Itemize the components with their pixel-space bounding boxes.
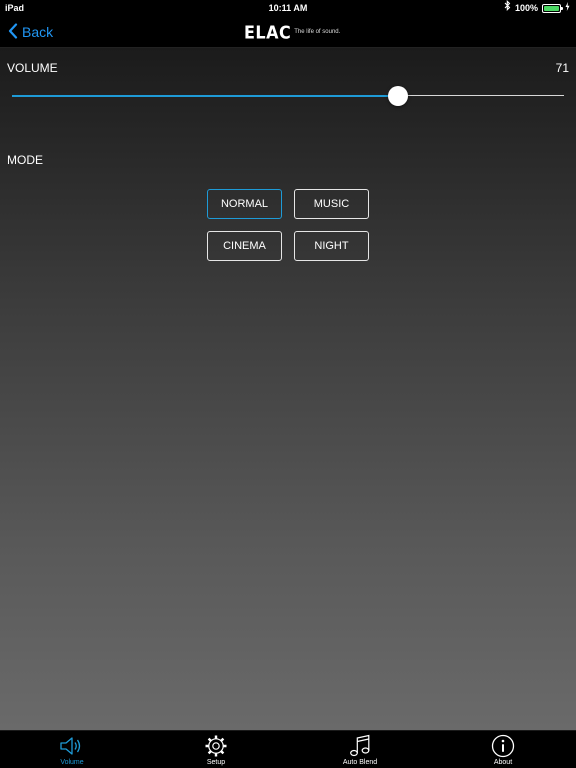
music-note-icon [347,733,373,758]
volume-slider[interactable] [12,86,564,106]
battery-percent: 100% [514,3,538,13]
gear-icon [203,733,229,758]
logo-tagline: The life of sound. [294,29,341,35]
tab-about[interactable]: About [453,731,553,768]
slider-track-fill [12,95,398,97]
charging-icon [565,0,570,16]
volume-label: VOLUME [7,61,58,75]
logo-brand: ELAC [244,21,292,43]
status-right: 100% [504,0,570,16]
mode-button-normal[interactable]: NORMAL [207,189,282,219]
tab-label: Auto Blend [342,759,378,766]
status-time: 10:11 AM [268,3,308,13]
slider-thumb[interactable] [388,86,408,106]
main-content: VOLUME 71 MODE NORMAL MUSIC CINEMA NIGHT [0,48,576,730]
mode-button-grid: NORMAL MUSIC CINEMA NIGHT [207,189,369,261]
mode-button-music[interactable]: MUSIC [294,189,369,219]
tab-bar: Volume Setup Auto Blend About [0,730,576,768]
back-label: Back [22,24,54,40]
navigation-bar: Back ELAC The life of sound. [0,16,576,48]
tab-label: About [493,759,513,766]
tab-volume[interactable]: Volume [22,731,122,768]
elac-logo: ELAC The life of sound. [244,21,341,43]
tab-setup[interactable]: Setup [166,731,266,768]
battery-icon [542,3,563,13]
status-bar: iPad 10:11 AM 100% [0,0,576,16]
tab-label: Volume [60,759,84,766]
mode-button-night[interactable]: NIGHT [294,231,369,261]
tab-label: Setup [206,759,226,766]
chevron-left-icon [8,22,18,42]
speaker-icon [59,733,85,758]
volume-value: 71 [555,61,569,75]
tab-auto-blend[interactable]: Auto Blend [310,731,410,768]
mode-label: MODE [7,153,43,167]
mode-button-cinema[interactable]: CINEMA [207,231,282,261]
bluetooth-icon [504,0,511,16]
info-icon [490,733,516,758]
back-button[interactable]: Back [8,22,53,42]
